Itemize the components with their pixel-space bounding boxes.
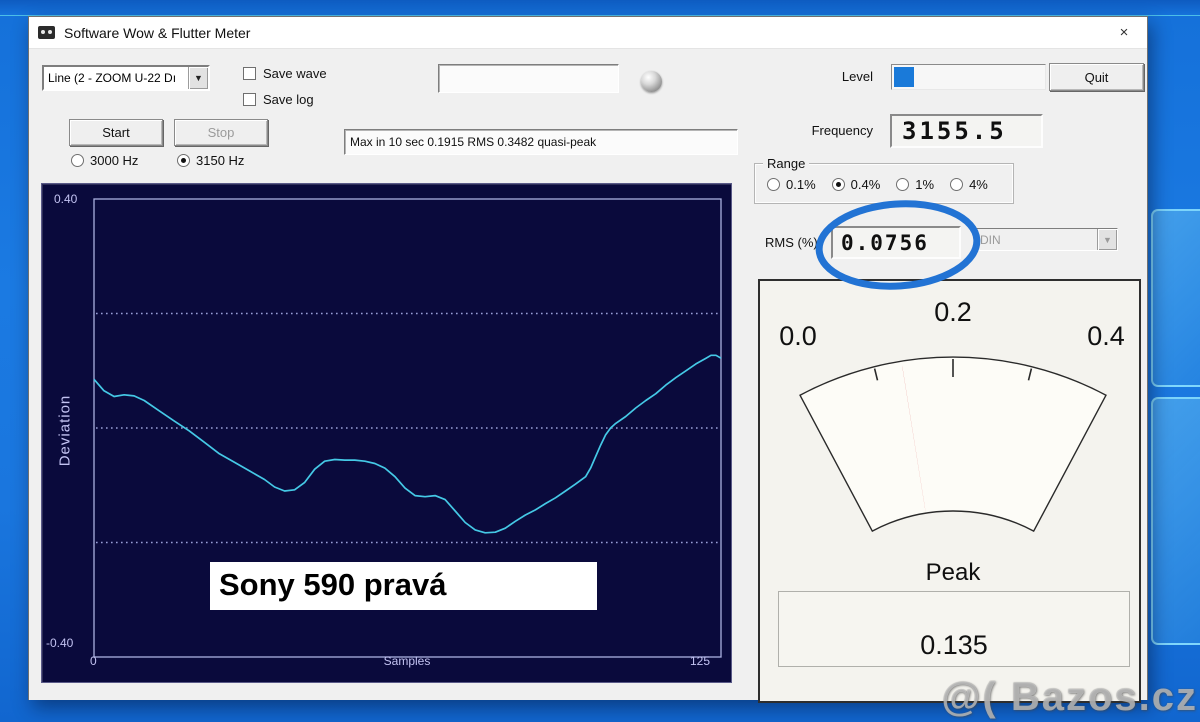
range-radio-0.1[interactable]: 0.1% [767,177,816,192]
app-icon [38,26,55,39]
app-window: Software Wow & Flutter Meter × Line (2 -… [28,16,1148,700]
chart-annotation-label: Sony 590 pravá [210,562,597,610]
range-options: 0.1% 0.4% 1% 4% [767,177,988,192]
save-log-label: Save log [263,92,314,107]
x-axis-title: Samples [362,654,452,668]
rms-label: RMS (%) [765,235,827,250]
save-log-checkbox[interactable]: Save log [243,92,314,107]
combo-dropdown-icon[interactable]: ▼ [188,67,208,89]
range-radio-1[interactable]: 1% [896,177,934,192]
range-groupbox: Range 0.1%0.4%1%4% [754,163,1014,204]
window-title: Software Wow & Flutter Meter [64,25,250,41]
close-button[interactable]: × [1101,17,1147,49]
range-radio-circle[interactable] [832,178,845,191]
radio-3000hz-label: 3000 Hz [90,153,138,168]
weighting-combo[interactable]: DIN ▼ [975,228,1118,251]
range-radio-label: 0.4% [851,177,881,192]
save-log-box[interactable] [243,93,256,106]
radio-3150hz-circle[interactable] [177,154,190,167]
input-device-value: Line (2 - ZOOM U-22 Dı [44,71,188,85]
range-radio-label: 0.1% [786,177,816,192]
range-radio-circle[interactable] [767,178,780,191]
range-radio-label: 1% [915,177,934,192]
save-wave-label: Save wave [263,66,327,81]
peak-value: 0.135 [779,630,1129,661]
rms-readout: 0.0756 [831,226,961,259]
wallpaper-pane-bottom [1151,397,1200,645]
peak-label: Peak [878,559,1028,587]
radio-3000hz-circle[interactable] [71,154,84,167]
level-progress-bar [891,64,1046,90]
level-progress-chunk [894,67,914,87]
x-axis-end-label: 125 [690,654,710,668]
frequency-readout: 3155.5 [890,114,1043,148]
weighting-value: DIN [976,233,1097,247]
radio-3150hz-label: 3150 Hz [196,153,244,168]
stop-button[interactable]: Stop [174,119,268,146]
analog-meter-panel: 0.0 0.2 0.4 Peak 0.135 [758,279,1141,703]
range-caption: Range [763,156,809,171]
client-area: Line (2 - ZOOM U-22 Dı ▼ Save wave Save … [29,49,1147,700]
radio-3000hz[interactable]: 3000 Hz [71,153,138,168]
quit-button[interactable]: Quit [1049,63,1144,91]
range-radio-circle[interactable] [950,178,963,191]
wallpaper-pane-top [1151,209,1200,387]
range-radio-circle[interactable] [896,178,909,191]
deviation-chart-panel: 0.40 -0.40 Deviation 0 Samples 125 Sony … [41,183,732,683]
range-radio-label: 4% [969,177,988,192]
input-device-combo[interactable]: Line (2 - ZOOM U-22 Dı ▼ [42,65,210,91]
range-radio-4[interactable]: 4% [950,177,988,192]
start-button[interactable]: Start [69,119,163,146]
save-wave-checkbox[interactable]: Save wave [243,66,327,81]
weighting-dropdown-icon: ▼ [1097,229,1117,250]
title-bar[interactable]: Software Wow & Flutter Meter × [29,17,1147,49]
range-radio-0.4[interactable]: 0.4% [832,177,881,192]
wave-filename-input[interactable] [438,64,619,93]
radio-3150hz[interactable]: 3150 Hz [177,153,244,168]
save-wave-box[interactable] [243,67,256,80]
x-axis-start-label: 0 [90,654,97,668]
status-readout: Max in 10 sec 0.1915 RMS 0.3482 quasi-pe… [344,129,738,155]
peak-value-box: 0.135 [778,591,1130,667]
record-indicator-ball [641,71,662,92]
level-label: Level [809,69,873,84]
frequency-label: Frequency [789,123,873,138]
